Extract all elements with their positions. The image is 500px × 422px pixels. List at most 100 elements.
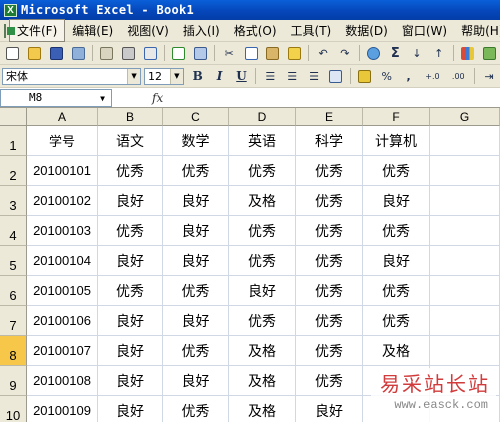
font-name-select[interactable]: 宋体 ▼ bbox=[2, 67, 142, 85]
cell-c7[interactable]: 良好 bbox=[163, 306, 229, 336]
format-painter-icon[interactable] bbox=[286, 44, 304, 62]
row-header-2[interactable]: 2 bbox=[0, 156, 27, 186]
redo-icon[interactable]: ↷ bbox=[336, 44, 354, 62]
cell-e3[interactable]: 优秀 bbox=[296, 186, 363, 216]
chevron-down-icon[interactable]: ▼ bbox=[127, 68, 141, 84]
column-header-e[interactable]: E bbox=[296, 108, 363, 126]
cell-a9[interactable]: 20100108 bbox=[27, 366, 98, 396]
cell-f3[interactable]: 良好 bbox=[363, 186, 430, 216]
cell-f1[interactable]: 计算机 bbox=[363, 126, 430, 156]
column-header-d[interactable]: D bbox=[229, 108, 296, 126]
row-header-8[interactable]: 8 bbox=[0, 336, 27, 366]
menu-help[interactable]: 帮助(H) bbox=[454, 20, 500, 41]
bold-button[interactable]: B bbox=[189, 67, 207, 85]
column-header-g[interactable]: G bbox=[430, 108, 500, 126]
cell-d9[interactable]: 及格 bbox=[229, 366, 296, 396]
currency-icon[interactable] bbox=[356, 67, 374, 85]
column-header-b[interactable]: B bbox=[98, 108, 163, 126]
cell-d6[interactable]: 良好 bbox=[229, 276, 296, 306]
row-header-4[interactable]: 4 bbox=[0, 216, 27, 246]
menu-insert[interactable]: 插入(I) bbox=[176, 20, 227, 41]
align-center-icon[interactable]: ☰ bbox=[283, 67, 301, 85]
cell-g2[interactable] bbox=[430, 156, 500, 186]
increase-decimal-button[interactable]: +.0 bbox=[422, 67, 444, 85]
menu-data[interactable]: 数据(D) bbox=[338, 20, 395, 41]
formula-input[interactable] bbox=[163, 89, 500, 107]
cell-e7[interactable]: 优秀 bbox=[296, 306, 363, 336]
name-box[interactable]: M8 ▼ bbox=[0, 88, 112, 107]
cell-f4[interactable]: 优秀 bbox=[363, 216, 430, 246]
cell-f5[interactable]: 良好 bbox=[363, 246, 430, 276]
cell-d5[interactable]: 优秀 bbox=[229, 246, 296, 276]
sort-asc-icon[interactable]: ↓ bbox=[408, 44, 426, 62]
cell-d2[interactable]: 优秀 bbox=[229, 156, 296, 186]
copy-icon[interactable] bbox=[242, 44, 260, 62]
cell-d3[interactable]: 及格 bbox=[229, 186, 296, 216]
cell-c1[interactable]: 数学 bbox=[163, 126, 229, 156]
column-header-f[interactable]: F bbox=[363, 108, 430, 126]
new-icon[interactable] bbox=[4, 44, 22, 62]
cell-c5[interactable]: 良好 bbox=[163, 246, 229, 276]
menu-format[interactable]: 格式(O) bbox=[227, 20, 284, 41]
insert-function-icon[interactable]: fx bbox=[152, 91, 163, 105]
cell-d7[interactable]: 优秀 bbox=[229, 306, 296, 336]
column-header-a[interactable]: A bbox=[27, 108, 98, 126]
font-size-select[interactable]: 12 ▼ bbox=[144, 67, 184, 85]
spelling-icon[interactable] bbox=[170, 44, 188, 62]
cell-e1[interactable]: 科学 bbox=[296, 126, 363, 156]
cell-a2[interactable]: 20100101 bbox=[27, 156, 98, 186]
cell-a1[interactable]: 学号 bbox=[27, 126, 98, 156]
permission-icon[interactable] bbox=[69, 44, 87, 62]
cell-f8[interactable]: 及格 bbox=[363, 336, 430, 366]
select-all-corner[interactable] bbox=[0, 108, 27, 126]
menu-window[interactable]: 窗口(W) bbox=[395, 20, 454, 41]
cell-g4[interactable] bbox=[430, 216, 500, 246]
italic-button[interactable]: I bbox=[211, 67, 229, 85]
cell-b1[interactable]: 语文 bbox=[98, 126, 163, 156]
cell-c4[interactable]: 良好 bbox=[163, 216, 229, 246]
menu-view[interactable]: 视图(V) bbox=[120, 20, 176, 41]
cell-b9[interactable]: 良好 bbox=[98, 366, 163, 396]
cell-a6[interactable]: 20100105 bbox=[27, 276, 98, 306]
underline-button[interactable]: U bbox=[233, 67, 251, 85]
undo-icon[interactable]: ↶ bbox=[314, 44, 332, 62]
cell-e9[interactable]: 优秀 bbox=[296, 366, 363, 396]
menu-edit[interactable]: 编辑(E) bbox=[65, 20, 120, 41]
cell-e2[interactable]: 优秀 bbox=[296, 156, 363, 186]
cell-c3[interactable]: 良好 bbox=[163, 186, 229, 216]
print-preview-icon[interactable] bbox=[141, 44, 159, 62]
cell-d1[interactable]: 英语 bbox=[229, 126, 296, 156]
cell-e8[interactable]: 优秀 bbox=[296, 336, 363, 366]
chart-icon[interactable] bbox=[459, 44, 477, 62]
cell-b3[interactable]: 良好 bbox=[98, 186, 163, 216]
cell-b5[interactable]: 良好 bbox=[98, 246, 163, 276]
chevron-down-icon[interactable]: ▼ bbox=[100, 94, 105, 103]
percent-button[interactable]: % bbox=[378, 67, 396, 85]
cell-b2[interactable]: 优秀 bbox=[98, 156, 163, 186]
row-header-7[interactable]: 7 bbox=[0, 306, 27, 336]
cell-c6[interactable]: 优秀 bbox=[163, 276, 229, 306]
cell-e4[interactable]: 优秀 bbox=[296, 216, 363, 246]
save-icon[interactable] bbox=[47, 44, 65, 62]
align-left-icon[interactable]: ☰ bbox=[261, 67, 279, 85]
row-header-1[interactable]: 1 bbox=[0, 126, 27, 156]
chevron-down-icon[interactable]: ▼ bbox=[169, 68, 183, 84]
cell-g1[interactable] bbox=[430, 126, 500, 156]
cell-a4[interactable]: 20100103 bbox=[27, 216, 98, 246]
cell-g7[interactable] bbox=[430, 306, 500, 336]
indent-icon[interactable]: ⇥ bbox=[480, 67, 498, 85]
sort-desc-icon[interactable]: ↑ bbox=[430, 44, 448, 62]
cell-a5[interactable]: 20100104 bbox=[27, 246, 98, 276]
drawing-icon[interactable] bbox=[480, 44, 498, 62]
menu-tools[interactable]: 工具(T) bbox=[284, 20, 339, 41]
workbook-icon[interactable] bbox=[4, 23, 15, 38]
cell-d4[interactable]: 优秀 bbox=[229, 216, 296, 246]
cell-c9[interactable]: 良好 bbox=[163, 366, 229, 396]
email-icon[interactable] bbox=[98, 44, 116, 62]
paste-icon[interactable] bbox=[264, 44, 282, 62]
hyperlink-icon[interactable] bbox=[365, 44, 383, 62]
decrease-decimal-button[interactable]: .00 bbox=[447, 67, 469, 85]
cell-c2[interactable]: 优秀 bbox=[163, 156, 229, 186]
research-icon[interactable] bbox=[192, 44, 210, 62]
cell-b7[interactable]: 良好 bbox=[98, 306, 163, 336]
